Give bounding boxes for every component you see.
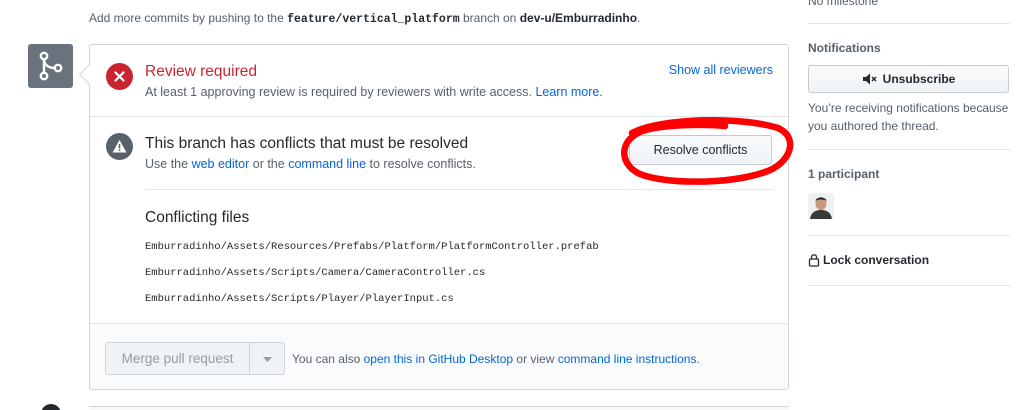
merge-note-middle: or view bbox=[516, 352, 555, 366]
sidebar-divider bbox=[808, 235, 1010, 236]
open-in-desktop-link[interactable]: open this in GitHub Desktop bbox=[364, 352, 513, 366]
conflicting-file: Emburradinho/Assets/Resources/Prefabs/Pl… bbox=[145, 241, 599, 253]
notifications-heading: Notifications bbox=[808, 41, 881, 55]
sidebar: No milestone Notifications Unsubscribe Y… bbox=[808, 0, 1010, 410]
sidebar-divider bbox=[808, 23, 1010, 24]
conflicts-description: Use the web editor or the command line t… bbox=[145, 157, 476, 171]
branch-name: feature/vertical_platform bbox=[287, 13, 460, 26]
conflicts-section: This branch has conflicts that must be r… bbox=[90, 117, 788, 324]
unsubscribe-label: Unsubscribe bbox=[882, 72, 956, 86]
mute-icon bbox=[862, 73, 877, 85]
sidebar-divider bbox=[808, 149, 1010, 150]
conflicting-files-title: Conflicting files bbox=[145, 209, 250, 226]
lock-conversation-link[interactable]: Lock conversation bbox=[808, 253, 929, 267]
x-circle-icon bbox=[106, 63, 133, 90]
notification-reason: You’re receiving notifications because y… bbox=[808, 101, 1009, 133]
participants-heading: 1 participant bbox=[808, 167, 880, 181]
push-hint-prefix: Add more commits by pushing to the bbox=[89, 11, 284, 25]
web-editor-link[interactable]: web editor bbox=[192, 157, 250, 171]
milestone-value: No milestone bbox=[808, 0, 879, 8]
conflicts-desc-middle: or the bbox=[252, 157, 285, 171]
merge-alternatives-note: You can also open this in GitHub Desktop… bbox=[292, 352, 700, 366]
show-all-reviewers-link[interactable]: Show all reviewers bbox=[669, 63, 773, 77]
divider bbox=[145, 189, 773, 190]
command-line-instructions-link[interactable]: command line instructions bbox=[558, 352, 697, 366]
next-comment-box bbox=[89, 406, 789, 410]
review-status-section: Review required At least 1 approving rev… bbox=[90, 45, 788, 117]
merge-pull-request-button[interactable]: Merge pull request bbox=[105, 342, 250, 375]
merge-note-suffix: . bbox=[696, 352, 700, 366]
conflicting-file: Emburradinho/Assets/Scripts/Player/Playe… bbox=[145, 293, 454, 305]
alert-icon bbox=[106, 133, 133, 160]
git-merge-icon bbox=[28, 44, 73, 88]
merge-options-dropdown[interactable] bbox=[250, 342, 285, 375]
merge-section: Merge pull request You can also open thi… bbox=[90, 324, 788, 389]
push-hint: Add more commits by pushing to the featu… bbox=[89, 11, 640, 26]
merge-note-prefix: You can also bbox=[292, 352, 361, 366]
conflicts-title: This branch has conflicts that must be r… bbox=[145, 135, 469, 152]
push-hint-suffix: . bbox=[637, 11, 641, 25]
participant-avatar[interactable] bbox=[808, 193, 834, 219]
push-hint-middle: branch on bbox=[462, 11, 517, 25]
timeline-next-icon bbox=[41, 404, 61, 410]
repo-name: dev-u/Emburradinho bbox=[519, 11, 638, 25]
conflicts-desc-prefix: Use the bbox=[145, 157, 189, 171]
review-required-title: Review required bbox=[145, 63, 257, 80]
conflicting-file: Emburradinho/Assets/Scripts/Camera/Camer… bbox=[145, 267, 486, 279]
lock-conversation-label: Lock conversation bbox=[823, 253, 930, 267]
sidebar-divider bbox=[808, 285, 1010, 286]
resolve-conflicts-button[interactable]: Resolve conflicts bbox=[629, 135, 772, 165]
review-required-description: At least 1 approving review is required … bbox=[145, 85, 603, 99]
merge-status-box: Review required At least 1 approving rev… bbox=[89, 44, 789, 390]
review-description-text: At least 1 approving review is required … bbox=[145, 85, 532, 99]
conflicts-desc-suffix: to resolve conflicts. bbox=[369, 157, 476, 171]
unsubscribe-button[interactable]: Unsubscribe bbox=[808, 65, 1009, 93]
learn-more-link[interactable]: Learn more. bbox=[535, 85, 602, 99]
triangle-down-icon bbox=[263, 357, 272, 362]
lock-icon bbox=[808, 254, 820, 267]
command-line-link[interactable]: command line bbox=[288, 157, 366, 171]
